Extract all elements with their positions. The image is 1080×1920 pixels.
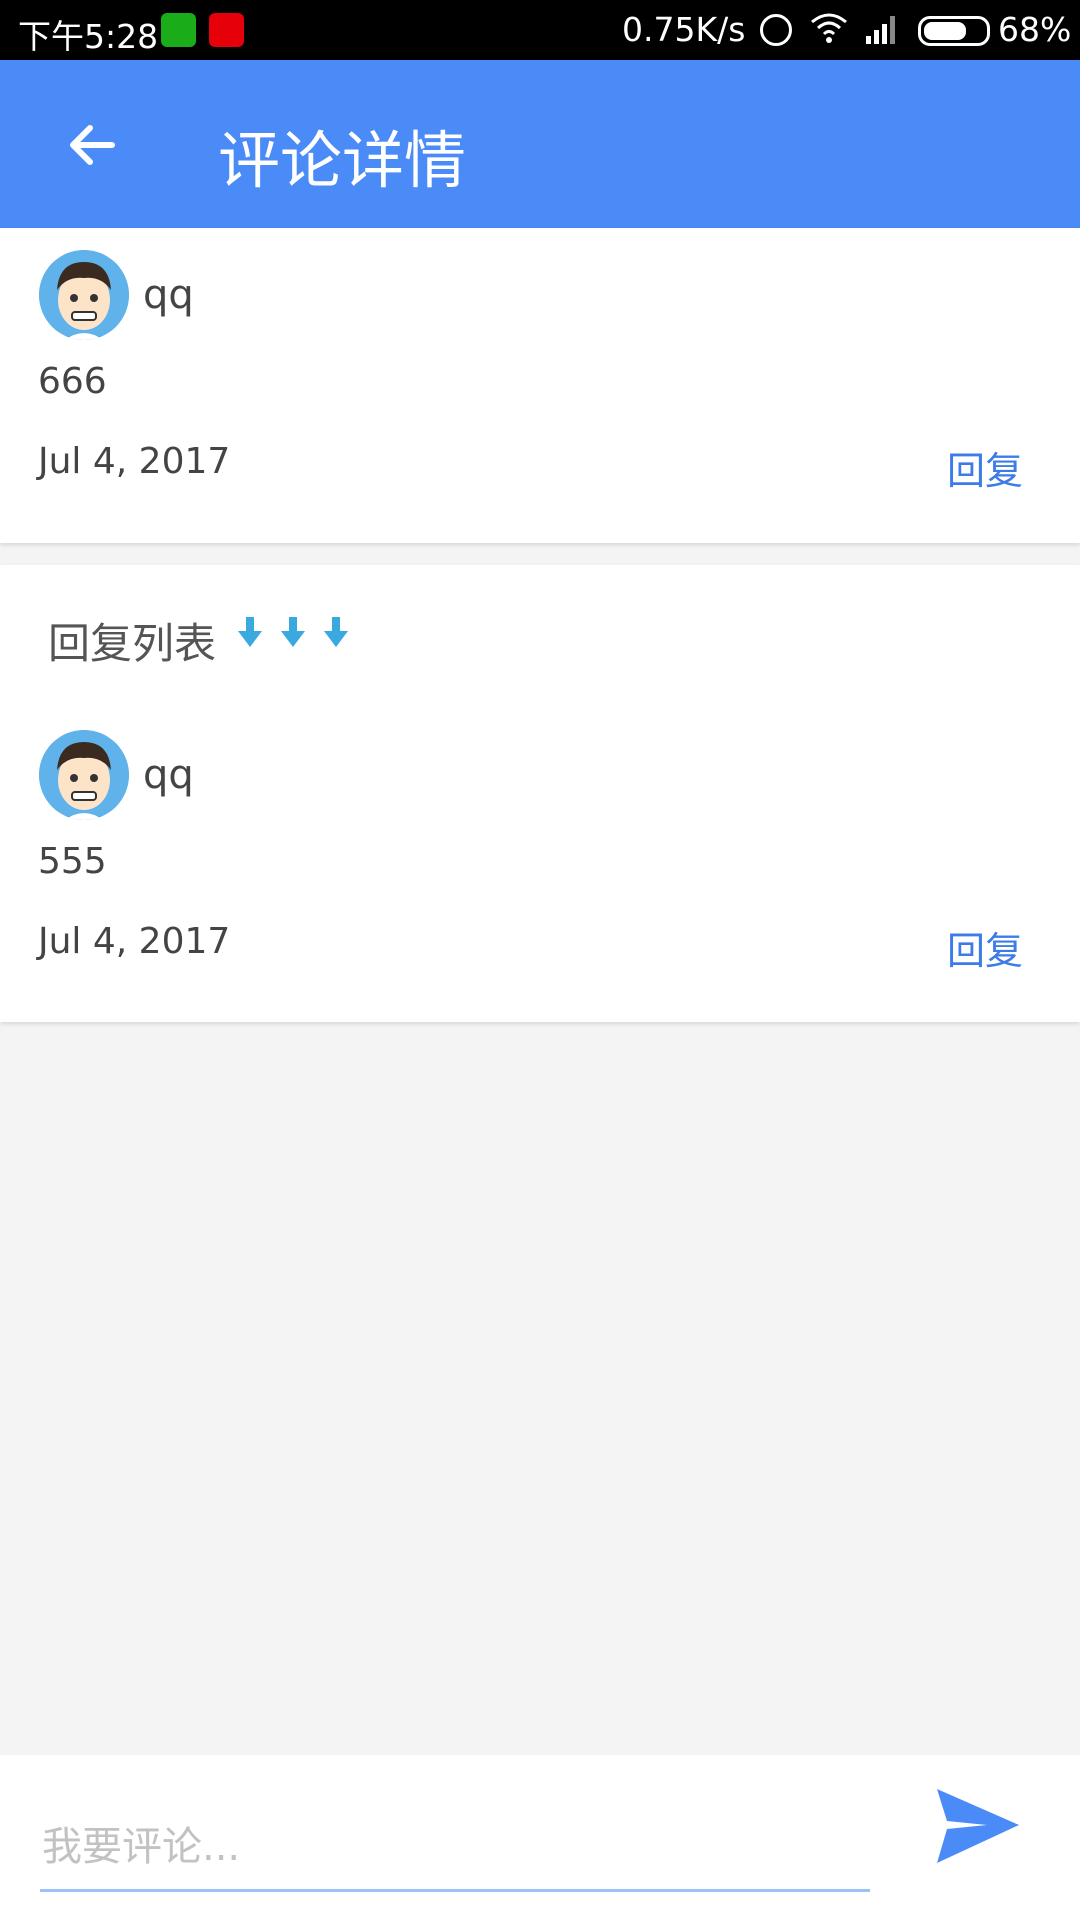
reply-button[interactable]: 回复 [947, 920, 1023, 975]
app-bar: 评论详情 [0, 60, 1080, 228]
replies-card: 回复列表 qq 555 Jul 4, 2017 回复 [0, 565, 1080, 1022]
replies-heading: 回复列表 [48, 619, 217, 668]
avatar[interactable] [39, 730, 129, 820]
status-bar: 下午5:28 0.75K/s 68% [0, 0, 1080, 60]
replies-arrows [238, 617, 362, 653]
alarm-icon [760, 14, 792, 46]
page-title: 评论详情 [218, 124, 467, 197]
reply-username: qq [143, 752, 194, 798]
avatar[interactable] [39, 250, 129, 340]
comment-username: qq [143, 272, 194, 318]
signal-icon [866, 16, 895, 44]
down-arrow-icon [238, 617, 262, 647]
network-speed: 0.75K/s [622, 10, 746, 49]
comment-input[interactable] [40, 1805, 870, 1892]
comment-content: 666 [38, 361, 107, 402]
comment-date: Jul 4, 2017 [38, 441, 231, 482]
avatar-icon [39, 730, 129, 820]
wifi-icon [811, 13, 847, 43]
status-time: 下午5:28 [18, 17, 159, 56]
comment-card: qq 666 Jul 4, 2017 回复 [0, 228, 1080, 543]
down-arrow-icon [281, 617, 306, 647]
wechat-icon [161, 13, 196, 47]
battery-icon [918, 16, 990, 46]
reply-content: 555 [38, 841, 107, 882]
avatar-icon [39, 250, 129, 340]
battery-percent: 68% [998, 10, 1072, 49]
back-arrow-icon[interactable] [60, 110, 130, 180]
down-arrow-icon [324, 617, 349, 647]
send-icon[interactable] [935, 1783, 1020, 1868]
reply-date: Jul 4, 2017 [38, 921, 231, 962]
comment-input-bar [0, 1755, 1080, 1920]
toutiao-icon [209, 13, 244, 47]
reply-button[interactable]: 回复 [947, 440, 1023, 495]
